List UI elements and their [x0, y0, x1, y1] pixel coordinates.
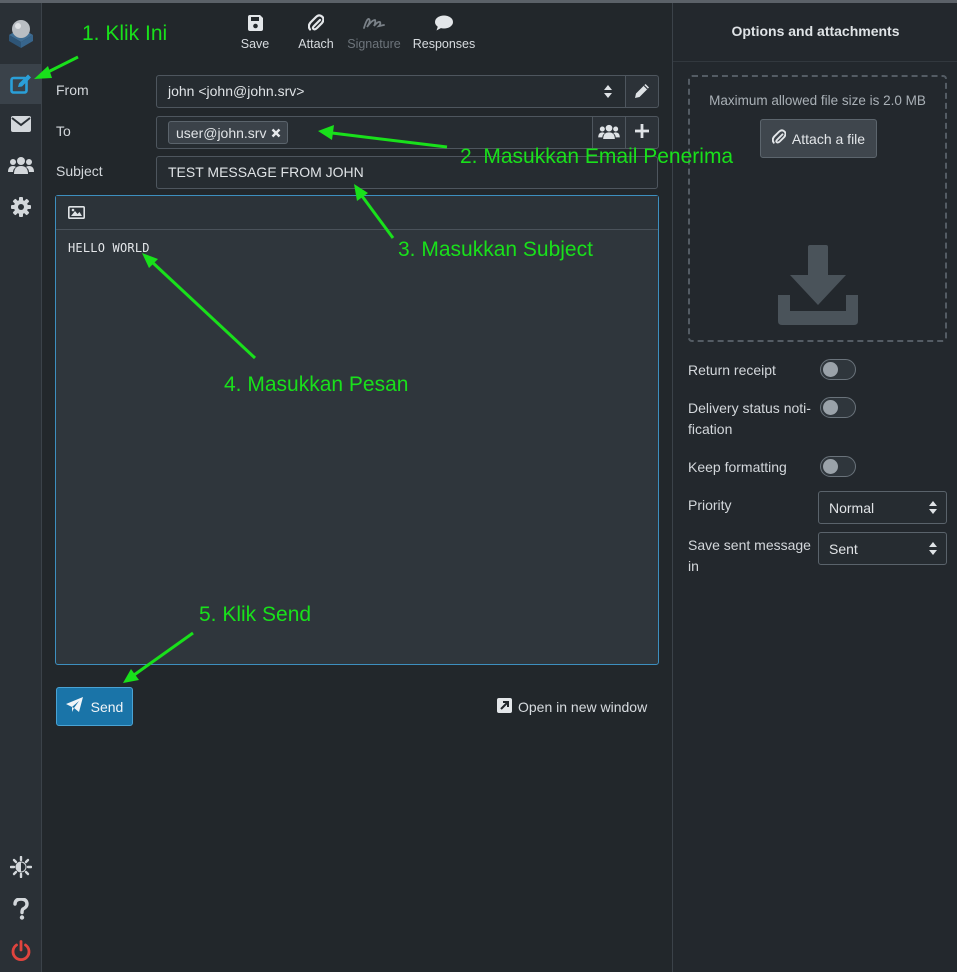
toggle-knob: [823, 459, 838, 474]
nav-settings[interactable]: [0, 187, 41, 227]
recipient-chip[interactable]: user@john.srv: [168, 121, 289, 144]
nav-mail[interactable]: [0, 104, 41, 144]
from-value: john <john@john.srv>: [168, 83, 305, 99]
signature-icon: [363, 13, 385, 33]
contacts-icon: [598, 124, 620, 142]
open-in-new-window-link[interactable]: Open in new window: [497, 698, 647, 716]
return-receipt-label: Return receipt: [688, 362, 776, 378]
open-in-new-window-label: Open in new window: [518, 699, 648, 715]
nav-theme[interactable]: [0, 847, 41, 887]
attachment-dropzone[interactable]: Maximum allowed file size is 2.0 MB Atta…: [688, 75, 947, 342]
app-logo: [5, 15, 37, 49]
annotation-step-5: 5. Klik Send: [199, 603, 312, 626]
priority-label: Priority: [688, 497, 732, 513]
responses-label: Responses: [412, 37, 476, 51]
nav-compose[interactable]: [0, 64, 41, 104]
compose-icon: [9, 74, 32, 94]
nav-logout[interactable]: [0, 931, 41, 971]
nav-rail: [0, 3, 42, 972]
save-sent-label-line2: in: [688, 558, 699, 574]
panel-title: Options and attachments: [731, 23, 900, 39]
sort-icon: [929, 501, 937, 517]
paperclip-icon: [308, 13, 324, 33]
sort-icon: [604, 85, 612, 101]
priority-value: Normal: [829, 500, 875, 516]
remove-recipient-icon[interactable]: [271, 125, 281, 141]
paperclip-icon: [771, 129, 787, 148]
help-icon: [12, 898, 29, 920]
annotation-step-1: 1. Klik Ini: [82, 22, 168, 45]
annotation-step-3: 3. Masukkan Subject: [398, 238, 593, 261]
send-label: Send: [90, 698, 124, 715]
toggle-knob: [823, 400, 838, 415]
delivery-status-toggle[interactable]: [820, 397, 856, 418]
save-sent-label-line1: Save sent message: [688, 537, 811, 553]
theme-icon: [9, 856, 32, 878]
save-sent-folder-value: Sent: [829, 541, 858, 557]
settings-icon: [10, 197, 31, 217]
from-select[interactable]: john <john@john.srv>: [156, 75, 659, 108]
signature-button[interactable]: Signature: [346, 13, 402, 57]
save-sent-folder-select[interactable]: Sent: [818, 532, 947, 565]
download-icon: [776, 243, 860, 332]
pencil-icon: [634, 83, 650, 101]
delivery-status-label-line1: Delivery status noti-: [688, 400, 811, 416]
message-body-text: HELLO WORLD: [68, 241, 150, 255]
mail-icon: [10, 116, 31, 132]
paper-plane-icon: [65, 697, 83, 716]
external-window-icon: [497, 698, 512, 716]
sort-icon: [929, 542, 937, 558]
priority-select[interactable]: Normal: [818, 491, 947, 524]
toggle-knob: [823, 362, 838, 377]
comment-icon: [435, 13, 453, 33]
subject-label: Subject: [56, 163, 103, 179]
image-icon[interactable]: [68, 206, 85, 224]
attach-file-button[interactable]: Attach a file: [760, 119, 877, 158]
keep-formatting-toggle[interactable]: [820, 456, 856, 477]
nav-contacts[interactable]: [0, 145, 41, 185]
attach-button[interactable]: Attach: [296, 13, 336, 57]
attach-file-label: Attach a file: [791, 130, 866, 147]
keep-formatting-label: Keep formatting: [688, 459, 787, 475]
panel-divider: [673, 61, 957, 62]
save-label: Save: [240, 37, 270, 51]
send-button[interactable]: Send: [56, 687, 133, 726]
editor-toolbar: [56, 196, 658, 230]
plus-icon: [635, 124, 649, 141]
from-label: From: [56, 82, 89, 98]
annotation-step-2: 2. Masukkan Email Penerima: [460, 145, 734, 168]
contacts-icon: [7, 156, 34, 174]
nav-help[interactable]: [0, 889, 41, 929]
max-file-size-text: Maximum allowed file size is 2.0 MB: [709, 93, 926, 108]
responses-button[interactable]: Responses: [412, 13, 476, 57]
logout-icon: [11, 940, 31, 962]
subject-value: TEST MESSAGE FROM JOHN: [168, 164, 364, 180]
edit-identity-button[interactable]: [625, 75, 659, 108]
annotation-step-4: 4. Masukkan Pesan: [224, 373, 409, 396]
return-receipt-toggle[interactable]: [820, 359, 856, 380]
recipient-email: user@john.srv: [176, 124, 267, 141]
save-button[interactable]: Save: [240, 13, 270, 57]
signature-label: Signature: [347, 37, 401, 51]
delivery-status-label-line2: fication: [688, 421, 733, 437]
save-icon: [247, 13, 263, 33]
attach-label: Attach: [298, 37, 334, 51]
message-editor[interactable]: HELLO WORLD: [55, 195, 659, 665]
to-label: To: [56, 123, 71, 139]
